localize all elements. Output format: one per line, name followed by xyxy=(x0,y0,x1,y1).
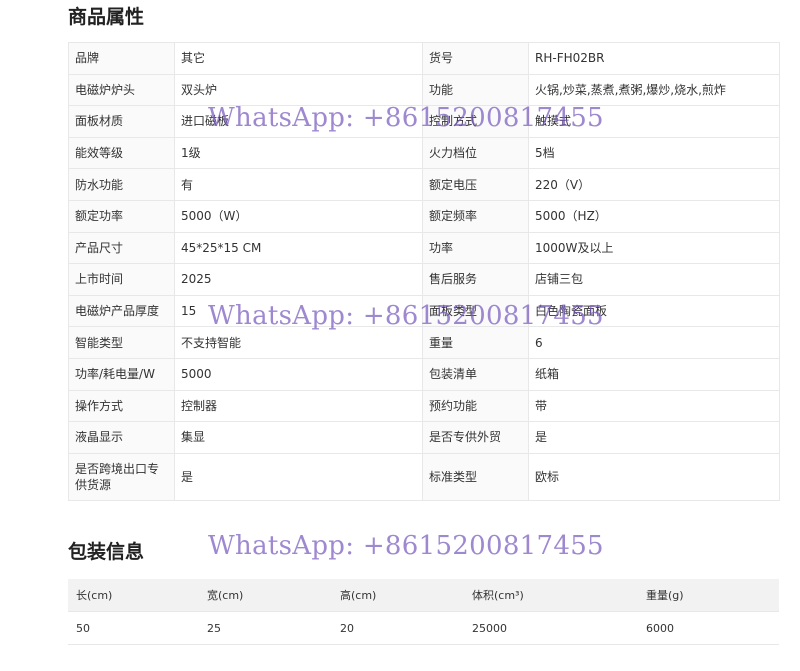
attr-value: 6 xyxy=(528,326,780,359)
attr-value: 2025 xyxy=(174,263,423,296)
packaging-info-title: 包装信息 xyxy=(68,541,145,563)
attr-value: 是 xyxy=(174,452,423,501)
attr-value: 5000 xyxy=(174,357,423,391)
column-header-width: 宽(cm) xyxy=(199,579,332,612)
attr-key: 售后服务 xyxy=(422,263,529,296)
attr-key: 操作方式 xyxy=(68,389,175,423)
table-row: 功率/耗电量/W 5000 包装清单 纸箱 xyxy=(68,357,780,391)
attr-value: 是 xyxy=(528,421,780,454)
column-header-height: 高(cm) xyxy=(332,579,464,612)
attr-value: 火锅,炒菜,蒸煮,煮粥,爆炒,烧水,煎炸 xyxy=(528,73,780,107)
table-row: 上市时间 2025 售后服务 店铺三包 xyxy=(68,263,780,296)
attr-value: 带 xyxy=(528,389,780,423)
height-value: 20 xyxy=(332,611,464,645)
attr-value: 进口磁板 xyxy=(174,105,423,138)
table-row: 50 25 20 25000 6000 xyxy=(68,611,779,645)
attr-key: 控制方式 xyxy=(422,105,529,138)
attr-key: 额定功率 xyxy=(68,199,175,233)
attr-value: 纸箱 xyxy=(528,357,780,391)
product-attributes-table: 品牌 其它 货号 RH-FH02BR 电磁炉炉头 双头炉 功能 火锅,炒菜,蒸煮… xyxy=(68,42,780,501)
attr-key: 能效等级 xyxy=(68,136,175,170)
attr-key: 防水功能 xyxy=(68,168,175,201)
attr-key: 功率 xyxy=(422,231,529,265)
table-row: 智能类型 不支持智能 重量 6 xyxy=(68,326,780,359)
attr-value: 5000（W） xyxy=(174,199,423,233)
attr-value: 控制器 xyxy=(174,389,423,423)
length-value: 50 xyxy=(68,611,199,645)
attr-key: 面板材质 xyxy=(68,105,175,138)
attr-value: 5档 xyxy=(528,136,780,170)
attr-value: RH-FH02BR xyxy=(528,42,780,75)
attr-key: 货号 xyxy=(422,42,529,75)
table-header-row: 长(cm) 宽(cm) 高(cm) 体积(cm³) 重量(g) xyxy=(68,579,779,612)
product-attributes-title: 商品属性 xyxy=(68,6,145,28)
attr-key: 是否专供外贸 xyxy=(422,421,529,454)
attr-key: 产品尺寸 xyxy=(68,231,175,265)
attr-key: 功能 xyxy=(422,73,529,107)
attr-value: 欧标 xyxy=(528,452,780,501)
attr-value: 1000W及以上 xyxy=(528,231,780,265)
attr-key: 电磁炉产品厚度 xyxy=(68,294,175,328)
attr-key: 标准类型 xyxy=(422,452,529,501)
table-row: 电磁炉炉头 双头炉 功能 火锅,炒菜,蒸煮,煮粥,爆炒,烧水,煎炸 xyxy=(68,73,780,107)
attr-key: 额定电压 xyxy=(422,168,529,201)
attr-key: 预约功能 xyxy=(422,389,529,423)
table-row: 额定功率 5000（W） 额定频率 5000（HZ） xyxy=(68,199,780,233)
attr-key: 火力档位 xyxy=(422,136,529,170)
attr-key: 电磁炉炉头 xyxy=(68,73,175,107)
attr-key: 额定频率 xyxy=(422,199,529,233)
attr-value: 1级 xyxy=(174,136,423,170)
attr-value: 15 xyxy=(174,294,423,328)
width-value: 25 xyxy=(199,611,332,645)
attr-value: 220（V） xyxy=(528,168,780,201)
attr-value: 触摸式 xyxy=(528,105,780,138)
attr-value: 45*25*15 CM xyxy=(174,231,423,265)
packaging-info-table: 长(cm) 宽(cm) 高(cm) 体积(cm³) 重量(g) 50 25 20… xyxy=(68,579,779,645)
attr-value: 有 xyxy=(174,168,423,201)
attr-key: 功率/耗电量/W xyxy=(68,357,175,391)
attr-key: 上市时间 xyxy=(68,263,175,296)
attr-key: 液晶显示 xyxy=(68,421,175,454)
attr-key: 重量 xyxy=(422,326,529,359)
attr-key: 是否跨境出口专供货源 xyxy=(68,452,175,501)
table-row: 品牌 其它 货号 RH-FH02BR xyxy=(68,42,780,75)
attr-key: 智能类型 xyxy=(68,326,175,359)
attr-value: 双头炉 xyxy=(174,73,423,107)
weight-value: 6000 xyxy=(638,611,779,645)
attr-value: 店铺三包 xyxy=(528,263,780,296)
attr-key: 面板类型 xyxy=(422,294,529,328)
volume-value: 25000 xyxy=(464,611,638,645)
table-row: 面板材质 进口磁板 控制方式 触摸式 xyxy=(68,105,780,138)
column-header-volume: 体积(cm³) xyxy=(464,579,638,612)
attr-value: 5000（HZ） xyxy=(528,199,780,233)
attr-value: 其它 xyxy=(174,42,423,75)
attr-key: 包装清单 xyxy=(422,357,529,391)
attr-value: 不支持智能 xyxy=(174,326,423,359)
table-row: 操作方式 控制器 预约功能 带 xyxy=(68,389,780,423)
table-row: 电磁炉产品厚度 15 面板类型 白色陶瓷面板 xyxy=(68,294,780,328)
table-row: 能效等级 1级 火力档位 5档 xyxy=(68,136,780,170)
attr-key: 品牌 xyxy=(68,42,175,75)
table-row: 产品尺寸 45*25*15 CM 功率 1000W及以上 xyxy=(68,231,780,265)
attr-value: 白色陶瓷面板 xyxy=(528,294,780,328)
table-row: 液晶显示 集显 是否专供外贸 是 xyxy=(68,421,780,454)
column-header-length: 长(cm) xyxy=(68,579,199,612)
table-row: 是否跨境出口专供货源 是 标准类型 欧标 xyxy=(68,452,780,501)
watermark: WhatsApp: +8615200817455 xyxy=(208,531,604,561)
column-header-weight: 重量(g) xyxy=(638,579,779,612)
attr-value: 集显 xyxy=(174,421,423,454)
table-row: 防水功能 有 额定电压 220（V） xyxy=(68,168,780,201)
